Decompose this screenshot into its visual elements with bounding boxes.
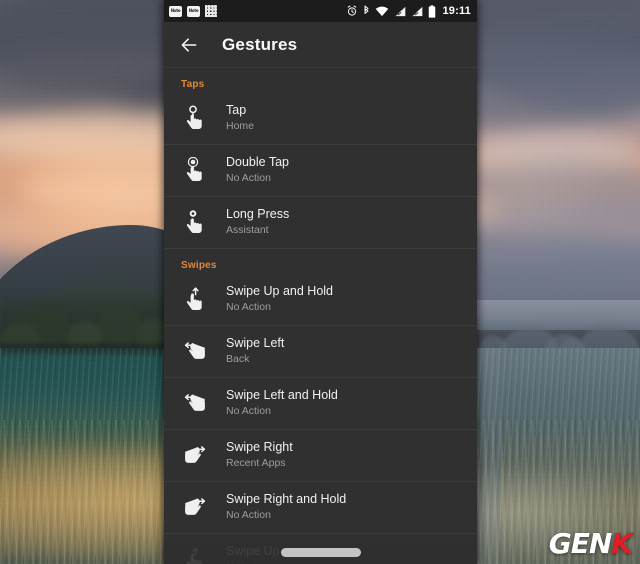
android-status-bar: Note Note 19:11	[164, 0, 477, 22]
genk-watermark: GENK	[548, 527, 633, 560]
list-item-text: Swipe Left Back	[226, 336, 284, 366]
section-header-swipes: Swipes	[181, 260, 217, 271]
status-bar-system-icons: 19:11	[346, 4, 471, 18]
back-button[interactable]	[176, 32, 202, 58]
list-item-title: Swipe Right and Hold	[226, 492, 347, 506]
keyboard-grid-icon	[205, 5, 217, 17]
list-item-title: Tap	[226, 103, 247, 117]
bluetooth-icon	[364, 5, 369, 14]
list-item-subtitle: Home	[226, 120, 255, 132]
list-item-subtitle: No Action	[226, 301, 271, 313]
swipe-right-hand-icon	[178, 443, 212, 467]
list-item-title: Swipe Left and Hold	[226, 388, 338, 402]
battery-icon	[429, 4, 436, 18]
list-item-text: Swipe Up and Hold No Action	[226, 284, 333, 314]
list-item-text: Swipe Left and Hold No Action	[226, 388, 338, 418]
list-item-title: Swipe Right	[226, 440, 293, 454]
list-item-swipe-left-and-hold[interactable]: Swipe Left and Hold No Action	[164, 378, 477, 430]
page-title: Gestures	[222, 34, 298, 54]
status-bar-clock: 19:11	[442, 5, 471, 17]
watermark-k-text: K	[611, 527, 633, 560]
alarm-icon	[348, 5, 357, 16]
list-item-subtitle: Back	[226, 353, 250, 365]
list-item-subtitle: No Action	[226, 405, 271, 417]
swipe-right-hold-hand-icon	[178, 495, 212, 519]
home-gesture-pill[interactable]	[280, 547, 361, 557]
list-item-text: Swipe Right and Hold No Action	[226, 492, 346, 522]
list-item-title: Swipe Up and Hold	[226, 284, 334, 298]
list-item-subtitle: Assistant	[226, 224, 269, 236]
status-bar-notifications: Note Note	[169, 5, 217, 17]
signal-sim1-icon	[395, 6, 406, 16]
list-item-text: Tap Home	[226, 103, 254, 133]
list-item-subtitle: Recent Apps	[226, 457, 286, 469]
long-press-hand-icon	[178, 209, 212, 235]
section-header-taps: Taps	[181, 79, 205, 90]
app-toolbar: Gestures	[164, 22, 477, 68]
wifi-icon	[376, 6, 389, 16]
arrow-back-icon	[181, 37, 197, 52]
gestures-list: Taps Tap Home Double Tap No Action Long …	[164, 68, 477, 564]
list-item-swipe-right-and-hold[interactable]: Swipe Right and Hold No Action	[164, 482, 477, 534]
swipe-left-hand-icon	[178, 339, 212, 363]
swipe-up-hold-hand-icon	[178, 286, 212, 312]
notification-chip-2-icon: Note	[187, 5, 200, 17]
double-tap-hand-icon	[178, 157, 212, 183]
watermark-gen-text: GEN	[548, 527, 613, 560]
tap-hand-icon	[178, 105, 212, 131]
list-item-long-press[interactable]: Long Press Assistant	[164, 197, 477, 249]
list-item-text: Swipe Right Recent Apps	[226, 440, 293, 470]
swipe-left-hold-hand-icon	[178, 391, 212, 415]
list-item-double-tap[interactable]: Double Tap No Action	[164, 145, 477, 197]
list-item-swipe-left[interactable]: Swipe Left Back	[164, 326, 477, 378]
notification-chip-1-icon: Note	[169, 5, 182, 17]
list-item-text: Double Tap No Action	[226, 155, 289, 185]
list-item-title: Double Tap	[226, 155, 290, 169]
list-item-title: Swipe Left	[226, 336, 285, 350]
list-item-swipe-up-and-hold[interactable]: Swipe Up and Hold No Action	[164, 274, 477, 326]
android-navigation-bar	[164, 540, 477, 564]
list-item-subtitle: No Action	[226, 509, 271, 521]
signal-sim2-icon	[412, 6, 423, 16]
list-item-swipe-right[interactable]: Swipe Right Recent Apps	[164, 430, 477, 482]
list-item-subtitle: No Action	[226, 172, 271, 184]
list-item-text: Long Press Assistant	[226, 207, 289, 237]
list-item-title: Long Press	[226, 207, 290, 221]
list-item-tap[interactable]: Tap Home	[164, 93, 477, 145]
phone-screenshot-panel: Note Note 19:11 Gestures Taps Tap Home D…	[164, 0, 477, 564]
